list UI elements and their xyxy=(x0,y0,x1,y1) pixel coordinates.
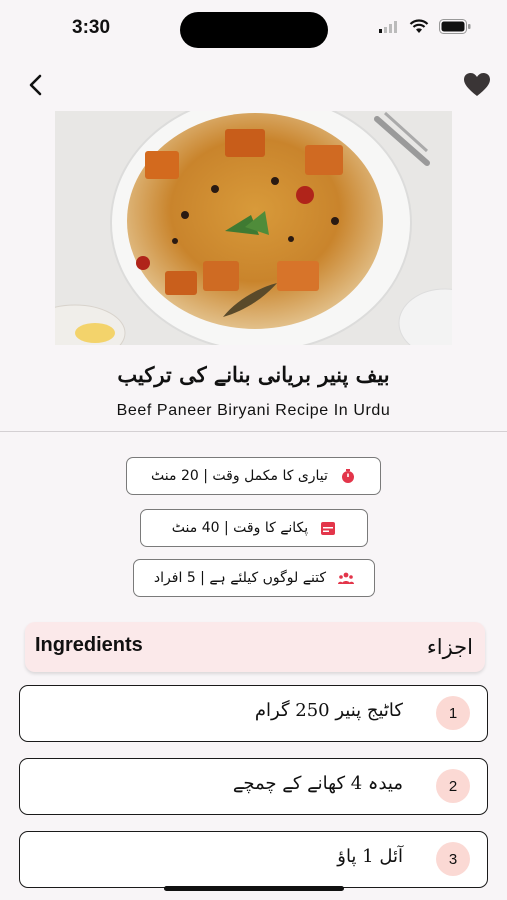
recipe-title-urdu: بیف پنیر بریانی بنانے کی ترکیب xyxy=(117,362,390,387)
ingredient-number: 3 xyxy=(436,842,470,876)
ingredient-item: آئل 1 پاؤ 3 xyxy=(19,831,488,888)
chip-text: کتنے لوگوں کیلئے ہے | 5 افراد xyxy=(153,570,327,586)
ingredient-text: کاٹیج پنیر 250 گرام xyxy=(254,700,403,721)
back-button[interactable] xyxy=(22,70,52,100)
servings-chip: کتنے لوگوں کیلئے ہے | 5 افراد xyxy=(133,559,375,597)
ingredient-number: 1 xyxy=(436,696,470,730)
nav-bar xyxy=(0,60,507,110)
cook-time-chip: پکانے کا وقت | 40 منٹ xyxy=(140,509,368,547)
favorite-button[interactable] xyxy=(463,72,493,100)
chip-text: پکانے کا وقت | 40 منٹ xyxy=(171,520,309,536)
recipe-image xyxy=(55,111,452,345)
status-bar: 3:30 xyxy=(0,0,507,60)
signal-icon xyxy=(379,20,397,33)
ingredient-number: 2 xyxy=(436,769,470,803)
ingredient-text: میدہ 4 کھانے کے چمچے xyxy=(232,773,403,794)
biryani-image xyxy=(55,111,452,345)
heart-icon xyxy=(464,73,490,96)
ingredient-text: آئل 1 پاؤ xyxy=(337,846,403,867)
timer-icon xyxy=(341,469,354,483)
battery-icon xyxy=(439,19,471,34)
chevron-left-icon xyxy=(29,74,42,96)
ingredient-item: کاٹیج پنیر 250 گرام 1 xyxy=(19,685,488,742)
prep-time-chip: تیاری کا مکمل وقت | 20 منٹ xyxy=(126,457,381,495)
status-time: 3:30 xyxy=(72,17,111,38)
people-icon xyxy=(338,572,355,584)
ingredients-header: Ingredients اجزاء xyxy=(25,622,485,672)
ingredients-title-english: Ingredients xyxy=(35,634,143,656)
home-indicator[interactable] xyxy=(164,886,344,891)
wifi-icon xyxy=(409,19,429,33)
recipe-title-english: Beef Paneer Biryani Recipe In Urdu xyxy=(116,402,391,419)
calendar-icon xyxy=(321,522,336,535)
chip-text: تیاری کا مکمل وقت | 20 منٹ xyxy=(151,468,328,484)
ingredient-item: میدہ 4 کھانے کے چمچے 2 xyxy=(19,758,488,815)
divider xyxy=(0,431,507,432)
status-icons xyxy=(379,19,471,34)
dynamic-island xyxy=(180,12,328,48)
ingredients-title-urdu: اجزاء xyxy=(426,635,473,659)
